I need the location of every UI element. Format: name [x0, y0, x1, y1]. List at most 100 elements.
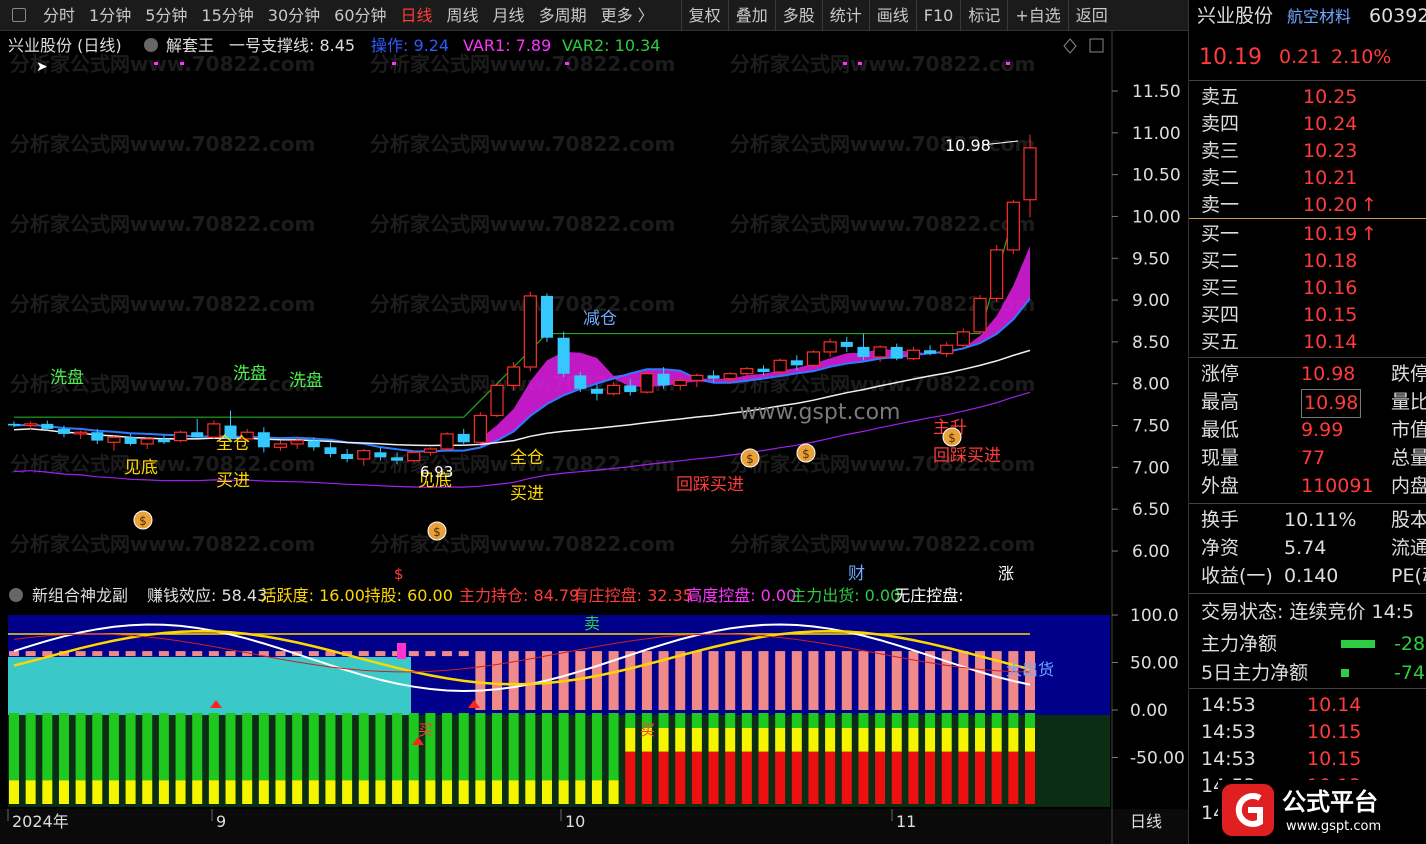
candle-body-down — [924, 350, 937, 354]
sell-label: 卖四 — [1201, 113, 1240, 135]
stat-value: 9.99 — [1301, 419, 1344, 441]
green-bar — [258, 713, 269, 781]
yellow-bar — [358, 780, 369, 804]
watermark-text: 分析家公式网www.70822.com — [730, 52, 1035, 76]
layout-toggle-icon[interactable] — [12, 8, 26, 22]
toolbar-button-7[interactable]: +自选 — [1008, 0, 1067, 31]
candle-body-up — [906, 349, 921, 360]
buy-price: 10.16 — [1303, 277, 1358, 299]
yellow-bar — [508, 780, 519, 804]
candle-body-down — [590, 388, 603, 394]
period-toolbar: 分时 1分钟 5分钟 15分钟 30分钟 60分钟 日线 周线 月线 多周期 更多 〉复权 叠加 多股统… — [0, 0, 1188, 31]
period-tab-2[interactable]: 5分钟 — [138, 0, 194, 31]
candle-body-up — [140, 438, 154, 445]
yellow-bar — [408, 780, 419, 804]
buy-label: 买 — [640, 721, 655, 739]
green-bar — [691, 713, 702, 728]
toolbar-button-4[interactable]: 画线 — [870, 0, 916, 31]
buy-price: 10.14 — [1303, 331, 1358, 353]
pink-bar — [508, 651, 519, 710]
green-bar — [292, 713, 303, 781]
yellow-bar — [958, 728, 969, 752]
period-tab-10[interactable]: 更多 〉 — [594, 0, 661, 31]
period-tab-3[interactable]: 15分钟 — [194, 0, 260, 31]
yellow-bar — [575, 780, 586, 804]
price-tick-label: 8.50 — [1132, 333, 1170, 353]
yellow-bar — [108, 780, 119, 804]
yellow-bar — [558, 780, 569, 804]
green-bar — [92, 713, 103, 781]
buy-label: 买三 — [1201, 277, 1240, 299]
candle-body-down — [41, 423, 54, 429]
money-bag-glyph: $ — [948, 431, 956, 445]
watermark-text: 分析家公式网www.70822.com — [10, 212, 315, 236]
pink-cap — [408, 651, 419, 657]
green-bar — [841, 713, 852, 728]
fund-row-0: 主力净额 -28 — [1189, 631, 1426, 658]
period-tab-8[interactable]: 月线 — [486, 0, 532, 31]
signal-dot — [154, 62, 158, 65]
period-tab-0[interactable]: 分时 — [36, 0, 82, 31]
toolbar-button-3[interactable]: 统计 — [823, 0, 869, 31]
yellow-bar — [925, 728, 936, 752]
green-bar — [158, 713, 169, 781]
green-bar — [9, 713, 19, 781]
yellow-bar — [458, 780, 469, 804]
yellow-bar — [242, 780, 253, 804]
pink-cap — [92, 651, 103, 657]
yellow-bar — [158, 780, 169, 804]
candle-body-up — [823, 341, 837, 353]
sub-tick-label: 50.00 — [1130, 654, 1179, 674]
period-tab-9[interactable]: 多周期 — [532, 0, 594, 31]
toolbar-button-2[interactable]: 多股 — [776, 0, 822, 31]
pink-bar — [758, 651, 769, 710]
red-bar — [758, 751, 769, 804]
divider — [1189, 688, 1426, 689]
pink-cap — [442, 651, 453, 657]
tick-row-0: 14:53 10.14 — [1189, 692, 1426, 719]
pink-bar — [958, 651, 969, 710]
period-tab-7[interactable]: 周线 — [440, 0, 486, 31]
high-price-label: 10.98 — [945, 136, 991, 155]
stat-row-2: 最低 9.99 市值 — [1189, 417, 1426, 444]
toolbar-button-0[interactable]: 复权 — [682, 0, 728, 31]
yellow-bar — [25, 780, 36, 804]
price-tick-label: 11.00 — [1132, 124, 1181, 144]
toolbar-button-8[interactable]: 返回 — [1069, 0, 1115, 31]
green-bar — [275, 713, 286, 781]
period-tab-4[interactable]: 30分钟 — [261, 0, 327, 31]
stock-tag: 航空材料 — [1287, 7, 1352, 26]
tick-price: 10.14 — [1307, 694, 1362, 716]
pink-bar — [741, 651, 752, 710]
sell-label: 卖一 — [1201, 194, 1240, 216]
period-tab-5[interactable]: 60分钟 — [327, 0, 393, 31]
candle-body-up — [440, 433, 454, 450]
toolbar-button-1[interactable]: 叠加 — [729, 0, 775, 31]
pink-cap — [358, 651, 369, 657]
stat-row-4: 外盘 110091 内盘 — [1189, 473, 1426, 500]
yellow-bar — [308, 780, 319, 804]
candle-body-up — [640, 373, 654, 393]
fund-value: -28 — [1394, 633, 1426, 655]
pink-cap — [275, 651, 286, 657]
toolbar-button-6[interactable]: 标记 — [961, 0, 1007, 31]
period-tab-6[interactable]: 日线 — [394, 0, 440, 31]
candle-body-up — [806, 351, 821, 366]
watermark-text: 分析家公式网www.70822.com — [10, 132, 315, 156]
indicator-toggle-icon — [144, 38, 158, 52]
fund-label: 5日主力净额 — [1201, 662, 1309, 684]
watermark-text: 分析家公式网www.70822.com — [730, 212, 1035, 236]
cai-label: 财 — [848, 564, 865, 584]
huicai-label: 回踩买进 — [933, 446, 1001, 466]
green-bar — [708, 713, 719, 728]
chuhuo-label: 大出货 — [1006, 660, 1054, 679]
price-change-pct: 2.10% — [1331, 46, 1392, 68]
pink-bar — [691, 651, 702, 710]
yellow-bar — [741, 728, 752, 752]
period-tab-1[interactable]: 1分钟 — [82, 0, 138, 31]
divider — [1189, 593, 1426, 594]
yellow-bar — [342, 780, 353, 804]
green-bar — [541, 713, 552, 781]
toolbar-button-5[interactable]: F10 — [917, 0, 961, 31]
buy-row-0: 买一 10.19 ↑ — [1189, 221, 1426, 248]
